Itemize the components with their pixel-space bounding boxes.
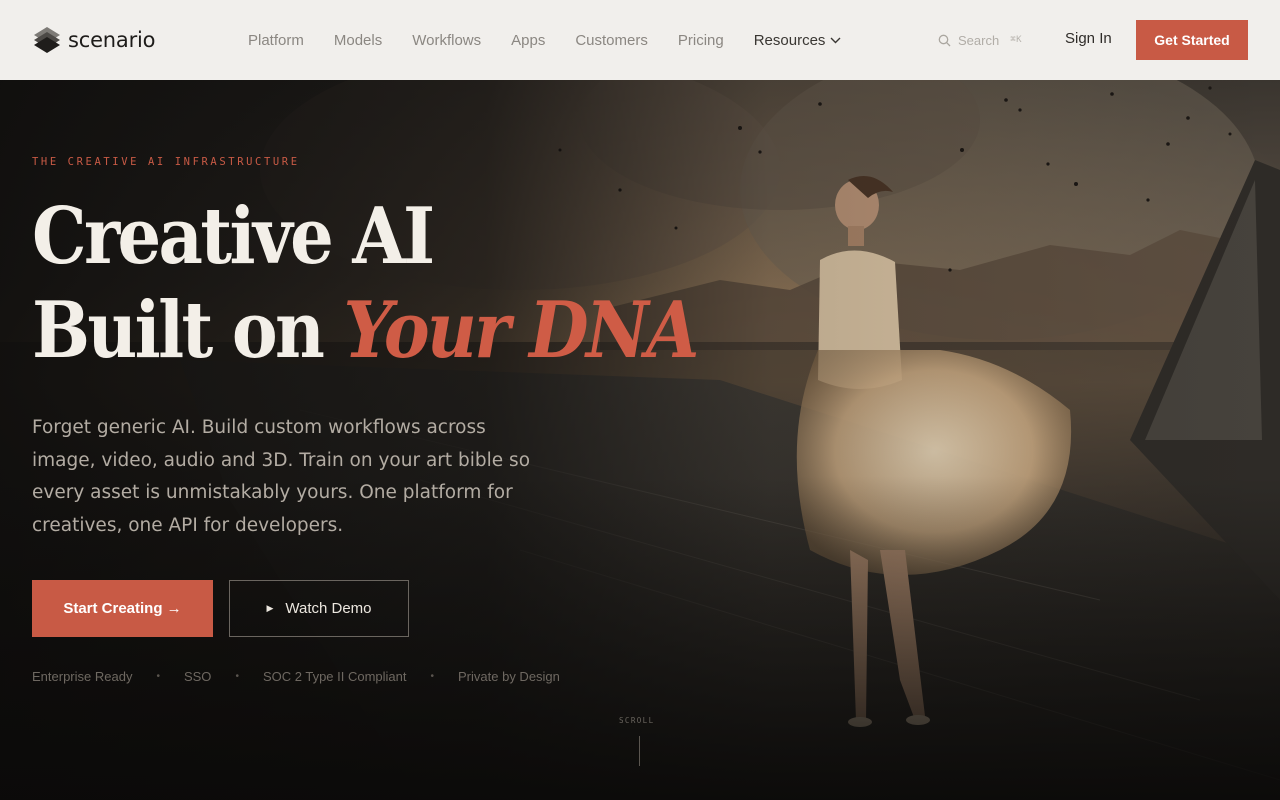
search-box[interactable]: Search ⌘K bbox=[938, 30, 1022, 50]
headline-line-2: Built on Your DNA bbox=[32, 284, 700, 378]
trust-badges: Enterprise Ready • SSO • SOC 2 Type II C… bbox=[32, 669, 560, 684]
hero-eyebrow: THE CREATIVE AI INFRASTRUCTURE bbox=[32, 156, 300, 168]
start-creating-label: Start Creating → bbox=[63, 600, 182, 617]
badge-soc2: SOC 2 Type II Compliant bbox=[262, 669, 407, 684]
badge-separator: • bbox=[430, 671, 435, 682]
scroll-indicator-label: SCROLL bbox=[619, 716, 655, 725]
get-started-button[interactable]: Get Started bbox=[1136, 20, 1248, 60]
nav-pricing[interactable]: Pricing bbox=[678, 32, 724, 49]
search-placeholder: Search bbox=[958, 32, 1000, 48]
headline-line-2-prefix: Built on bbox=[32, 285, 344, 376]
badge-private-by-design: Private by Design bbox=[458, 669, 560, 684]
badge-separator: • bbox=[156, 671, 160, 682]
badge-separator: • bbox=[235, 671, 239, 682]
search-icon bbox=[938, 34, 951, 46]
nav-resources-label: Resources bbox=[753, 31, 826, 49]
search-shortcut: ⌘K bbox=[1010, 35, 1023, 45]
watch-demo-label: Watch Demo bbox=[285, 600, 372, 617]
main-menu: Platform Models Workflows Apps Customers… bbox=[248, 0, 871, 80]
watch-demo-button[interactable]: ▶ Watch Demo bbox=[229, 580, 409, 637]
chevron-down-icon bbox=[830, 37, 841, 43]
badge-enterprise-ready: Enterprise Ready bbox=[32, 669, 133, 684]
headline-line-1: Creative AI bbox=[32, 191, 435, 282]
start-creating-button[interactable]: Start Creating → bbox=[32, 580, 213, 637]
nav-workflows[interactable]: Workflows bbox=[412, 32, 481, 49]
logo-icon bbox=[32, 25, 62, 55]
nav-apps[interactable]: Apps bbox=[511, 32, 545, 49]
top-nav: scenario Platform Models Workflows Apps … bbox=[0, 0, 1280, 80]
brand-logo[interactable]: scenario bbox=[32, 24, 156, 56]
logo-text: scenario bbox=[68, 28, 156, 52]
hero-section: THE CREATIVE AI INFRASTRUCTURE Creative … bbox=[0, 80, 1280, 800]
play-icon: ▶ bbox=[266, 603, 274, 613]
badge-sso: SSO bbox=[183, 669, 212, 684]
nav-customers[interactable]: Customers bbox=[575, 32, 648, 49]
hero-subcopy: Forget generic AI. Build custom workflow… bbox=[32, 417, 531, 536]
nav-models[interactable]: Models bbox=[334, 32, 382, 49]
nav-resources-dropdown[interactable]: Resources bbox=[754, 32, 842, 49]
hero-headline: Creative AI Built on Your DNA bbox=[32, 190, 787, 378]
nav-platform[interactable]: Platform bbox=[248, 32, 304, 49]
sign-in-link[interactable]: Sign In bbox=[1065, 30, 1112, 47]
scroll-indicator-line bbox=[639, 736, 640, 766]
headline-accent: Your DNA bbox=[343, 285, 700, 376]
